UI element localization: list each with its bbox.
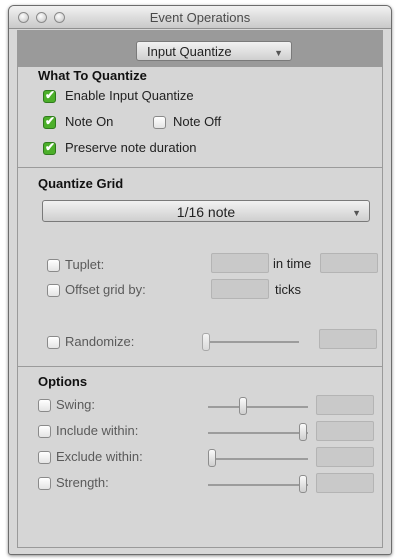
strength-label: Strength: bbox=[56, 475, 109, 490]
exclude-within-label: Exclude within: bbox=[56, 449, 143, 464]
in-time-label: in time bbox=[273, 256, 312, 271]
checkmark-icon: ✔ bbox=[45, 114, 56, 128]
preserve-note-duration-checkbox[interactable]: ✔ bbox=[43, 140, 56, 155]
section-divider bbox=[18, 366, 382, 367]
strength-checkbox[interactable] bbox=[38, 477, 51, 490]
content-panel: Input Quantize ▼ What To Quantize ✔ Enab… bbox=[17, 30, 383, 548]
exclude-within-slider-thumb[interactable] bbox=[208, 449, 216, 467]
offset-grid-label: Offset grid by: bbox=[65, 282, 146, 297]
exclude-within-checkbox[interactable] bbox=[38, 451, 51, 464]
section-divider bbox=[18, 167, 382, 168]
tuplet-count-field[interactable] bbox=[211, 253, 269, 273]
note-off-checkbox[interactable] bbox=[153, 116, 166, 129]
operation-select-value: Input Quantize bbox=[147, 44, 232, 59]
enable-input-quantize-checkbox[interactable]: ✔ bbox=[43, 88, 56, 103]
offset-ticks-field[interactable] bbox=[211, 279, 269, 299]
event-operations-window: Event Operations Input Quantize ▼ What T… bbox=[8, 5, 392, 555]
swing-checkbox[interactable] bbox=[38, 399, 51, 412]
strength-value-field[interactable] bbox=[316, 473, 374, 493]
what-to-quantize-title: What To Quantize bbox=[38, 68, 147, 83]
include-within-slider-thumb[interactable] bbox=[299, 423, 307, 441]
note-on-label: Note On bbox=[65, 114, 114, 129]
tuplet-label: Tuplet: bbox=[65, 257, 105, 272]
operation-select[interactable]: Input Quantize ▼ bbox=[136, 41, 292, 61]
strength-slider-track bbox=[208, 484, 308, 486]
checkmark-icon: ✔ bbox=[45, 88, 56, 102]
tuplet-checkbox[interactable] bbox=[47, 259, 60, 272]
swing-slider-track bbox=[208, 406, 308, 408]
offset-grid-checkbox[interactable] bbox=[47, 284, 60, 297]
chevron-down-icon: ▼ bbox=[352, 208, 361, 218]
enable-input-quantize-label: Enable Input Quantize bbox=[65, 88, 194, 103]
include-within-slider-track bbox=[208, 432, 308, 434]
quantize-grid-select-value: 1/16 note bbox=[176, 204, 236, 220]
randomize-checkbox[interactable] bbox=[47, 336, 60, 349]
exclude-within-slider-track bbox=[208, 458, 308, 460]
randomize-slider-track bbox=[203, 341, 299, 343]
note-off-label: Note Off bbox=[173, 114, 222, 129]
chevron-down-icon: ▼ bbox=[274, 48, 283, 58]
include-within-checkbox[interactable] bbox=[38, 425, 51, 438]
swing-value-field[interactable] bbox=[316, 395, 374, 415]
window-title: Event Operations bbox=[149, 10, 251, 25]
randomize-label: Randomize: bbox=[65, 334, 135, 349]
title-bar[interactable]: Event Operations bbox=[9, 6, 391, 29]
ticks-label: ticks bbox=[275, 282, 301, 297]
options-title: Options bbox=[38, 374, 88, 389]
randomize-slider-thumb[interactable] bbox=[202, 333, 210, 351]
quantize-grid-title: Quantize Grid bbox=[38, 176, 124, 191]
note-on-checkbox[interactable]: ✔ bbox=[43, 114, 56, 129]
quantize-grid-select[interactable]: 1/16 note ▼ bbox=[42, 200, 370, 222]
swing-slider-thumb[interactable] bbox=[239, 397, 247, 415]
preserve-note-duration-label: Preserve note duration bbox=[65, 140, 197, 155]
checkmark-icon: ✔ bbox=[45, 140, 56, 154]
include-within-value-field[interactable] bbox=[316, 421, 374, 441]
swing-label: Swing: bbox=[56, 397, 96, 412]
strength-slider-thumb[interactable] bbox=[299, 475, 307, 493]
include-within-label: Include within: bbox=[56, 423, 139, 438]
tuplet-time-field[interactable] bbox=[320, 253, 378, 273]
randomize-value-field[interactable] bbox=[319, 329, 377, 349]
exclude-within-value-field[interactable] bbox=[316, 447, 374, 467]
